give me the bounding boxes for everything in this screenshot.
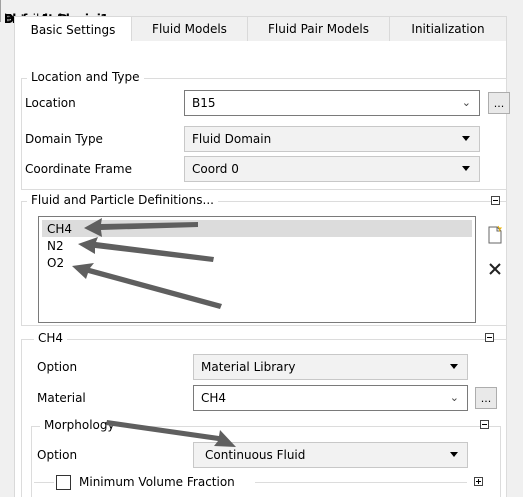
annotation-arrows — [72, 218, 236, 447]
annotation-arrow — [72, 263, 222, 309]
annotation-arrow — [78, 237, 214, 262]
annotation-arrow — [106, 420, 236, 447]
annotation-arrow — [84, 218, 198, 237]
